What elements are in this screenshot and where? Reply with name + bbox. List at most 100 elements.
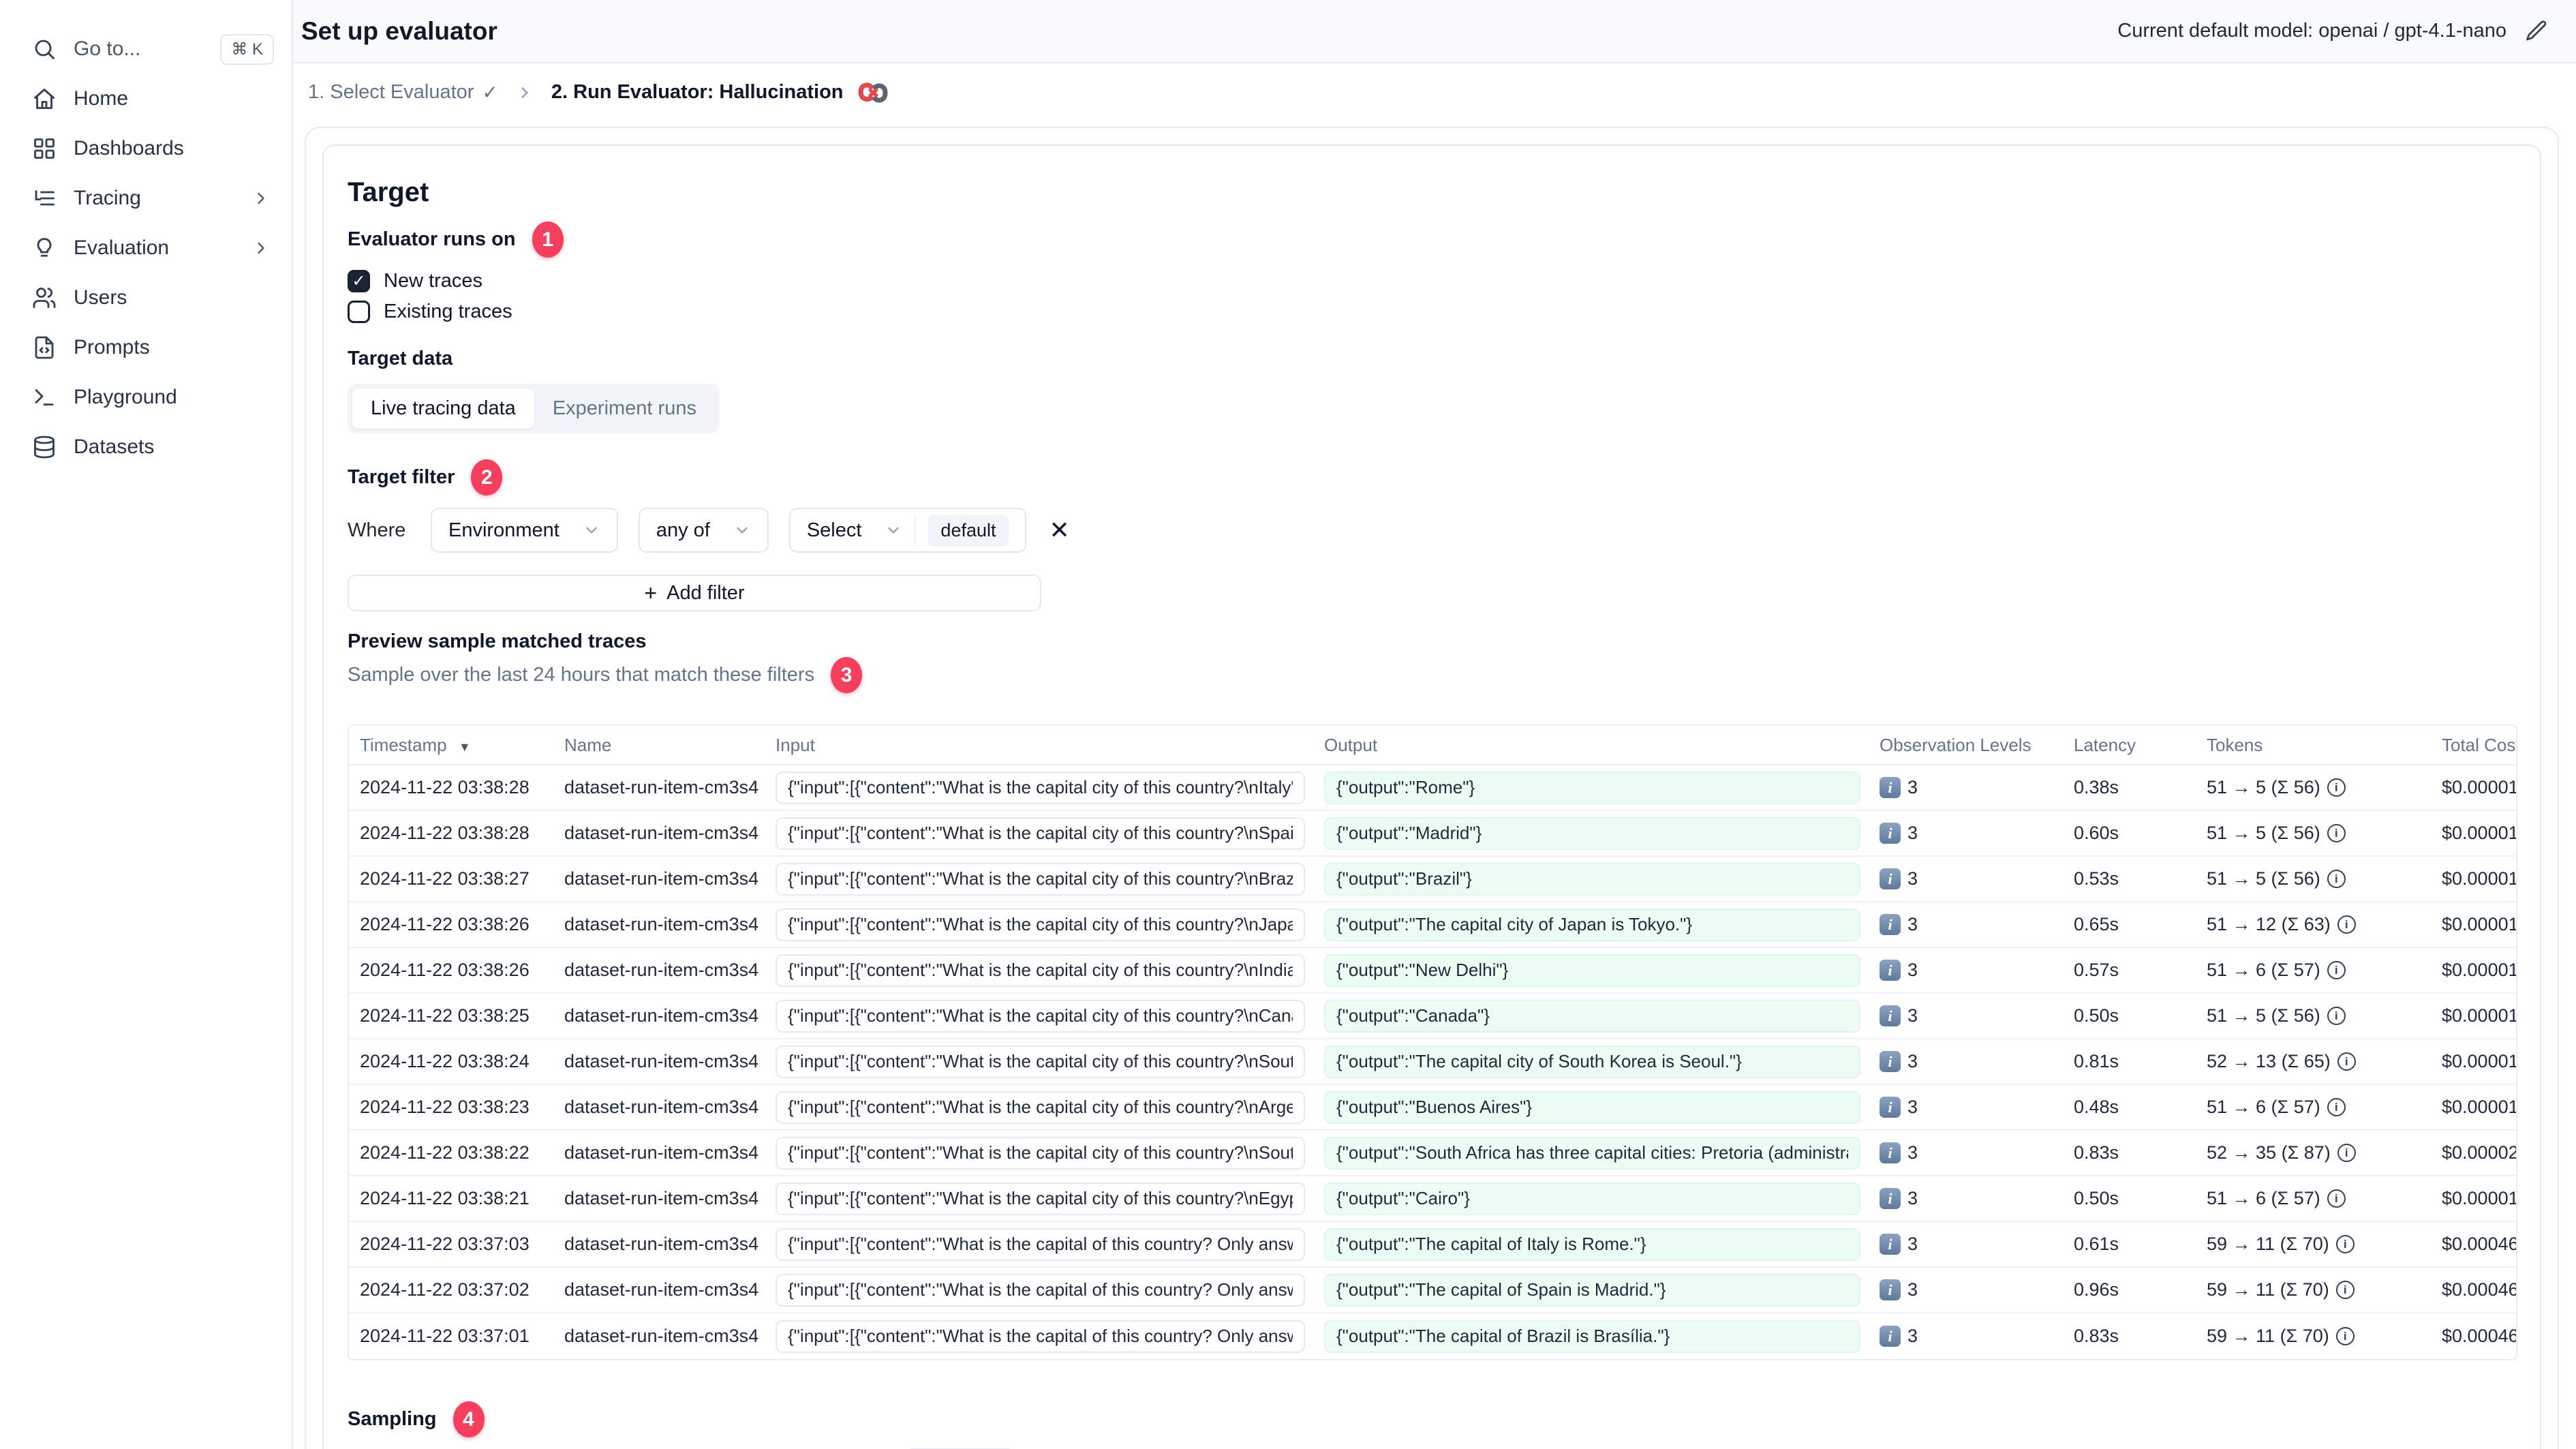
input-preview-box[interactable]: {"input":[{"content":"What is the capita… [776,1045,1305,1078]
cell-total-cost: $0.000011 ( [2442,1188,2516,1208]
info-circle-icon: i [2337,1144,2356,1162]
tab-live-tracing-data[interactable]: Live tracing data [352,388,534,429]
topbar: Set up evaluator Current default model: … [293,0,2576,63]
add-filter-button[interactable]: + Add filter [348,575,1041,611]
sidebar-item-tracing[interactable]: Tracing [0,173,292,223]
sidebar: Go to... ⌘ K Home Dashboards Tracing Eva… [0,0,293,1449]
output-preview-box[interactable]: {"output":"Brazil"} [1324,862,1860,896]
input-preview-box[interactable]: {"input":[{"content":"What is the capita… [776,1182,1305,1215]
cell-name: dataset-run-item-cm3s4 [564,1188,759,1208]
input-preview-box[interactable]: {"input":[{"content":"What is the capita… [776,1273,1305,1307]
table-row[interactable]: 2024-11-22 03:38:26 dataset-run-item-cm3s… [349,902,2516,948]
table-row[interactable]: 2024-11-22 03:37:03 dataset-run-item-cm3s… [349,1222,2516,1268]
table-row[interactable]: 2024-11-22 03:38:28 dataset-run-item-cm3s… [349,811,2516,857]
sidebar-item-datasets[interactable]: Datasets [0,422,292,472]
edit-model-button[interactable] [2524,19,2549,44]
input-preview-box[interactable]: {"input":[{"content":"What is the capita… [776,1136,1305,1170]
cell-tokens: 51 → 5 (Σ 56) i [2196,1005,2431,1026]
table-row[interactable]: 2024-11-22 03:37:01 dataset-run-item-cm3s… [349,1313,2516,1359]
table-row[interactable]: 2024-11-22 03:38:25 dataset-run-item-cm3s… [349,994,2516,1039]
sidebar-item-users[interactable]: Users [0,273,292,322]
output-preview-box[interactable]: {"output":"The capital city of Japan is … [1324,908,1860,941]
sidebar-item-home[interactable]: Home [0,74,292,123]
sidebar-item-evaluation[interactable]: Evaluation [0,223,292,273]
cell-name: dataset-run-item-cm3s4 [564,868,759,889]
cell-total-cost: $0.00046 ( [2442,1326,2516,1346]
table-row[interactable]: 2024-11-22 03:38:26 dataset-run-item-cm3s… [349,948,2516,994]
tab-experiment-runs[interactable]: Experiment runs [534,388,715,429]
output-preview-box[interactable]: {"output":"Madrid"} [1324,817,1860,850]
new-traces-label[interactable]: New traces [384,270,482,292]
cell-latency: 0.60s [2074,823,2119,843]
goto-search[interactable]: Go to... ⌘ K [0,25,292,74]
remove-filter-button[interactable]: ✕ [1049,518,1070,543]
sidebar-item-prompts[interactable]: Prompts [0,322,292,372]
output-preview-box[interactable]: {"output":"Canada"} [1324,999,1860,1033]
info-square-icon: i [1880,777,1901,798]
ragas-logo-icon [857,81,889,104]
info-square-icon: i [1880,960,1901,981]
cell-total-cost: $0.00046 ( [2442,1234,2516,1254]
table-row[interactable]: 2024-11-22 03:38:28 dataset-run-item-cm3s… [349,765,2516,811]
existing-traces-checkbox[interactable] [348,301,370,323]
filter-value-dropdown[interactable]: Select default [788,508,1026,553]
cell-tokens: 52 → 35 (Σ 87) i [2196,1142,2431,1163]
cell-tokens: 59 → 11 (Σ 70) i [2196,1326,2431,1347]
output-preview-box[interactable]: {"output":"Cairo"} [1324,1182,1860,1215]
table-row[interactable]: 2024-11-22 03:38:21 dataset-run-item-cm3s… [349,1176,2516,1222]
cell-input: {"input":[{"content":"What is the capita… [765,1273,1313,1307]
input-preview-box[interactable]: {"input":[{"content":"What is the capita… [776,1320,1305,1353]
cell-tokens: 51 → 6 (Σ 57) i [2196,1097,2431,1118]
existing-traces-label[interactable]: Existing traces [384,301,512,323]
table-row[interactable]: 2024-11-22 03:38:23 dataset-run-item-cm3s… [349,1085,2516,1131]
input-preview-box[interactable]: {"input":[{"content":"What is the capita… [776,817,1305,850]
chevron-right-icon [516,84,534,102]
cell-output: {"output":"Brazil"} [1313,862,1869,896]
input-preview-box[interactable]: {"input":[{"content":"What is the capita… [776,1227,1305,1261]
output-preview-box[interactable]: {"output":"Rome"} [1324,771,1860,804]
filter-operator-dropdown[interactable]: any of [638,508,769,553]
column-header-total-cost: Total Cost [2442,734,2516,755]
column-header-timestamp[interactable]: Timestamp ▼ [349,735,553,756]
annotation-badge-1: 1 [532,222,564,258]
output-preview-box[interactable]: {"output":"New Delhi"} [1324,954,1860,987]
new-traces-checkbox-row[interactable]: ✓ New traces [348,270,2540,292]
cell-latency: 0.83s [2074,1326,2119,1346]
home-icon [31,86,57,112]
breadcrumb-step-select-evaluator[interactable]: 1. Select Evaluator [308,81,474,104]
info-square-icon: i [1880,914,1901,935]
input-preview-box[interactable]: {"input":[{"content":"What is the capita… [776,771,1305,804]
existing-traces-checkbox-row[interactable]: Existing traces [348,301,2540,323]
cell-name: dataset-run-item-cm3s4 [564,1097,759,1117]
form-panel: Target Evaluator runs on 1 ✓ New traces … [305,127,2559,1449]
column-header-tokens: Tokens [2207,734,2263,755]
table-row[interactable]: 2024-11-22 03:37:02 dataset-run-item-cm3s… [349,1268,2516,1313]
cell-observation-levels: i3 [1869,1188,2063,1209]
input-preview-box[interactable]: {"input":[{"content":"What is the capita… [776,954,1305,987]
cell-input: {"input":[{"content":"What is the capita… [765,954,1313,987]
table-row[interactable]: 2024-11-22 03:38:22 dataset-run-item-cm3s… [349,1131,2516,1176]
output-preview-box[interactable]: {"output":"The capital of Spain is Madri… [1324,1273,1860,1307]
input-preview-box[interactable]: {"input":[{"content":"What is the capita… [776,999,1305,1033]
output-preview-box[interactable]: {"output":"The capital of Italy is Rome.… [1324,1227,1860,1261]
output-preview-box[interactable]: {"output":"Buenos Aires"} [1324,1090,1860,1124]
info-square-icon: i [1880,1234,1901,1255]
input-preview-box[interactable]: {"input":[{"content":"What is the capita… [776,862,1305,896]
input-preview-box[interactable]: {"input":[{"content":"What is the capita… [776,1090,1305,1124]
input-preview-box[interactable]: {"input":[{"content":"What is the capita… [776,908,1305,941]
cell-output: {"output":"Rome"} [1313,771,1869,804]
output-preview-box[interactable]: {"output":"The capital city of South Kor… [1324,1045,1860,1078]
new-traces-checkbox[interactable]: ✓ [348,270,370,292]
info-circle-icon: i [2327,778,2346,797]
sidebar-item-dashboards[interactable]: Dashboards [0,123,292,173]
table-row[interactable]: 2024-11-22 03:38:24 dataset-run-item-cm3s… [349,1039,2516,1085]
sidebar-item-playground[interactable]: Playground [0,372,292,422]
filter-field-dropdown[interactable]: Environment [431,508,618,553]
cell-timestamp: 2024-11-22 03:38:22 [360,1142,530,1163]
info-circle-icon: i [2335,1327,2355,1345]
output-preview-box[interactable]: {"output":"The capital of Brazil is Bras… [1324,1320,1860,1353]
table-row[interactable]: 2024-11-22 03:38:27 dataset-run-item-cm3s… [349,857,2516,902]
output-preview-box[interactable]: {"output":"South Africa has three capita… [1324,1136,1860,1170]
cell-tokens: 51 → 5 (Σ 56) i [2196,868,2431,889]
cell-tokens: 51 → 6 (Σ 57) i [2196,960,2431,981]
